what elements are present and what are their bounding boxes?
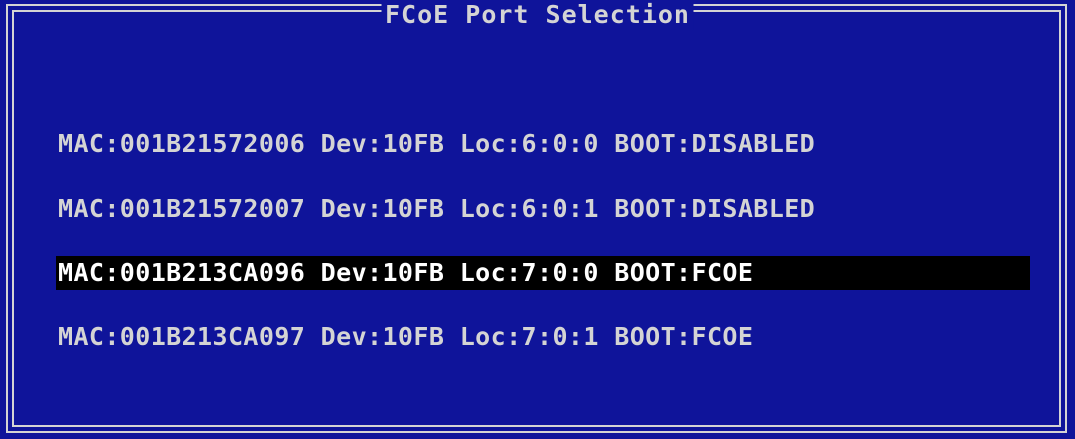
port-item-0[interactable]: MAC:001B21572006 Dev:10FB Loc:6:0:0 BOOT… [56,127,1030,161]
port-item-2[interactable]: MAC:001B213CA096 Dev:10FB Loc:7:0:0 BOOT… [56,256,1030,290]
port-item-3[interactable]: MAC:001B213CA097 Dev:10FB Loc:7:0:1 BOOT… [56,320,1030,354]
port-item-1[interactable]: MAC:001B21572007 Dev:10FB Loc:6:0:1 BOOT… [56,192,1030,226]
bios-screen: FCoE Port Selection MAC:001B21572006 Dev… [0,0,1075,439]
port-list: MAC:001B21572006 Dev:10FB Loc:6:0:0 BOOT… [0,0,1075,439]
